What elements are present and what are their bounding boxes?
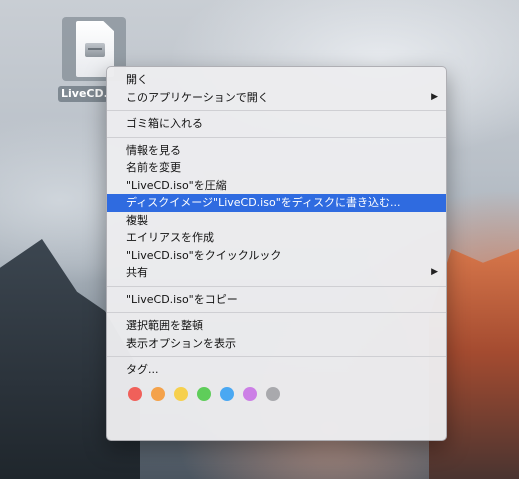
tag-gray-dot[interactable] bbox=[266, 386, 280, 401]
menu-separator bbox=[107, 312, 446, 313]
menu-item-make-alias[interactable]: エイリアスを作成 bbox=[107, 229, 446, 247]
disk-image-icon bbox=[85, 43, 105, 57]
tag-orange-dot[interactable] bbox=[151, 386, 165, 401]
menu-item-show-view-options[interactable]: 表示オプションを表示 bbox=[107, 335, 446, 353]
context-menu: 開く このアプリケーションで開く ▶ ゴミ箱に入れる 情報を見る 名前を変更 "L… bbox=[106, 66, 447, 441]
menu-item-copy[interactable]: "LiveCD.iso"をコピー bbox=[107, 291, 446, 309]
file-name-label[interactable]: LiveCD.iso bbox=[58, 86, 108, 102]
submenu-arrow-icon: ▶ bbox=[431, 91, 438, 102]
menu-separator bbox=[107, 136, 446, 138]
menu-item-burn-to-disc[interactable]: ディスクイメージ"LiveCD.iso"をディスクに書き込む... bbox=[107, 194, 446, 212]
submenu-arrow-icon: ▶ bbox=[431, 267, 438, 277]
menu-item-open-with[interactable]: このアプリケーションで開く ▶ bbox=[107, 89, 446, 107]
menu-item-get-info[interactable]: 情報を見る bbox=[107, 142, 446, 160]
menu-item-quick-look[interactable]: "LiveCD.iso"をクイックルック bbox=[107, 247, 446, 265]
menu-item-share[interactable]: 共有 ▶ bbox=[107, 264, 446, 282]
tag-blue-dot[interactable] bbox=[220, 386, 234, 401]
menu-item-move-to-trash[interactable]: ゴミ箱に入れる bbox=[107, 115, 446, 133]
tag-green-dot[interactable] bbox=[197, 386, 211, 401]
tag-red-dot[interactable] bbox=[128, 386, 142, 401]
menu-item-duplicate[interactable]: 複製 bbox=[107, 212, 446, 230]
tag-yellow-dot[interactable] bbox=[174, 386, 188, 401]
menu-item-open[interactable]: 開く bbox=[107, 71, 446, 89]
menu-separator bbox=[107, 285, 446, 287]
menu-item-rename[interactable]: 名前を変更 bbox=[107, 159, 446, 177]
menu-item-clean-up-selection[interactable]: 選択範囲を整頓 bbox=[107, 317, 446, 335]
menu-separator bbox=[107, 356, 446, 357]
menu-item-compress[interactable]: "LiveCD.iso"を圧縮 bbox=[107, 177, 446, 195]
tag-color-row bbox=[107, 379, 446, 401]
menu-separator bbox=[107, 110, 446, 111]
menu-item-tags[interactable]: タグ... bbox=[107, 361, 446, 379]
tag-purple-dot[interactable] bbox=[243, 386, 257, 401]
